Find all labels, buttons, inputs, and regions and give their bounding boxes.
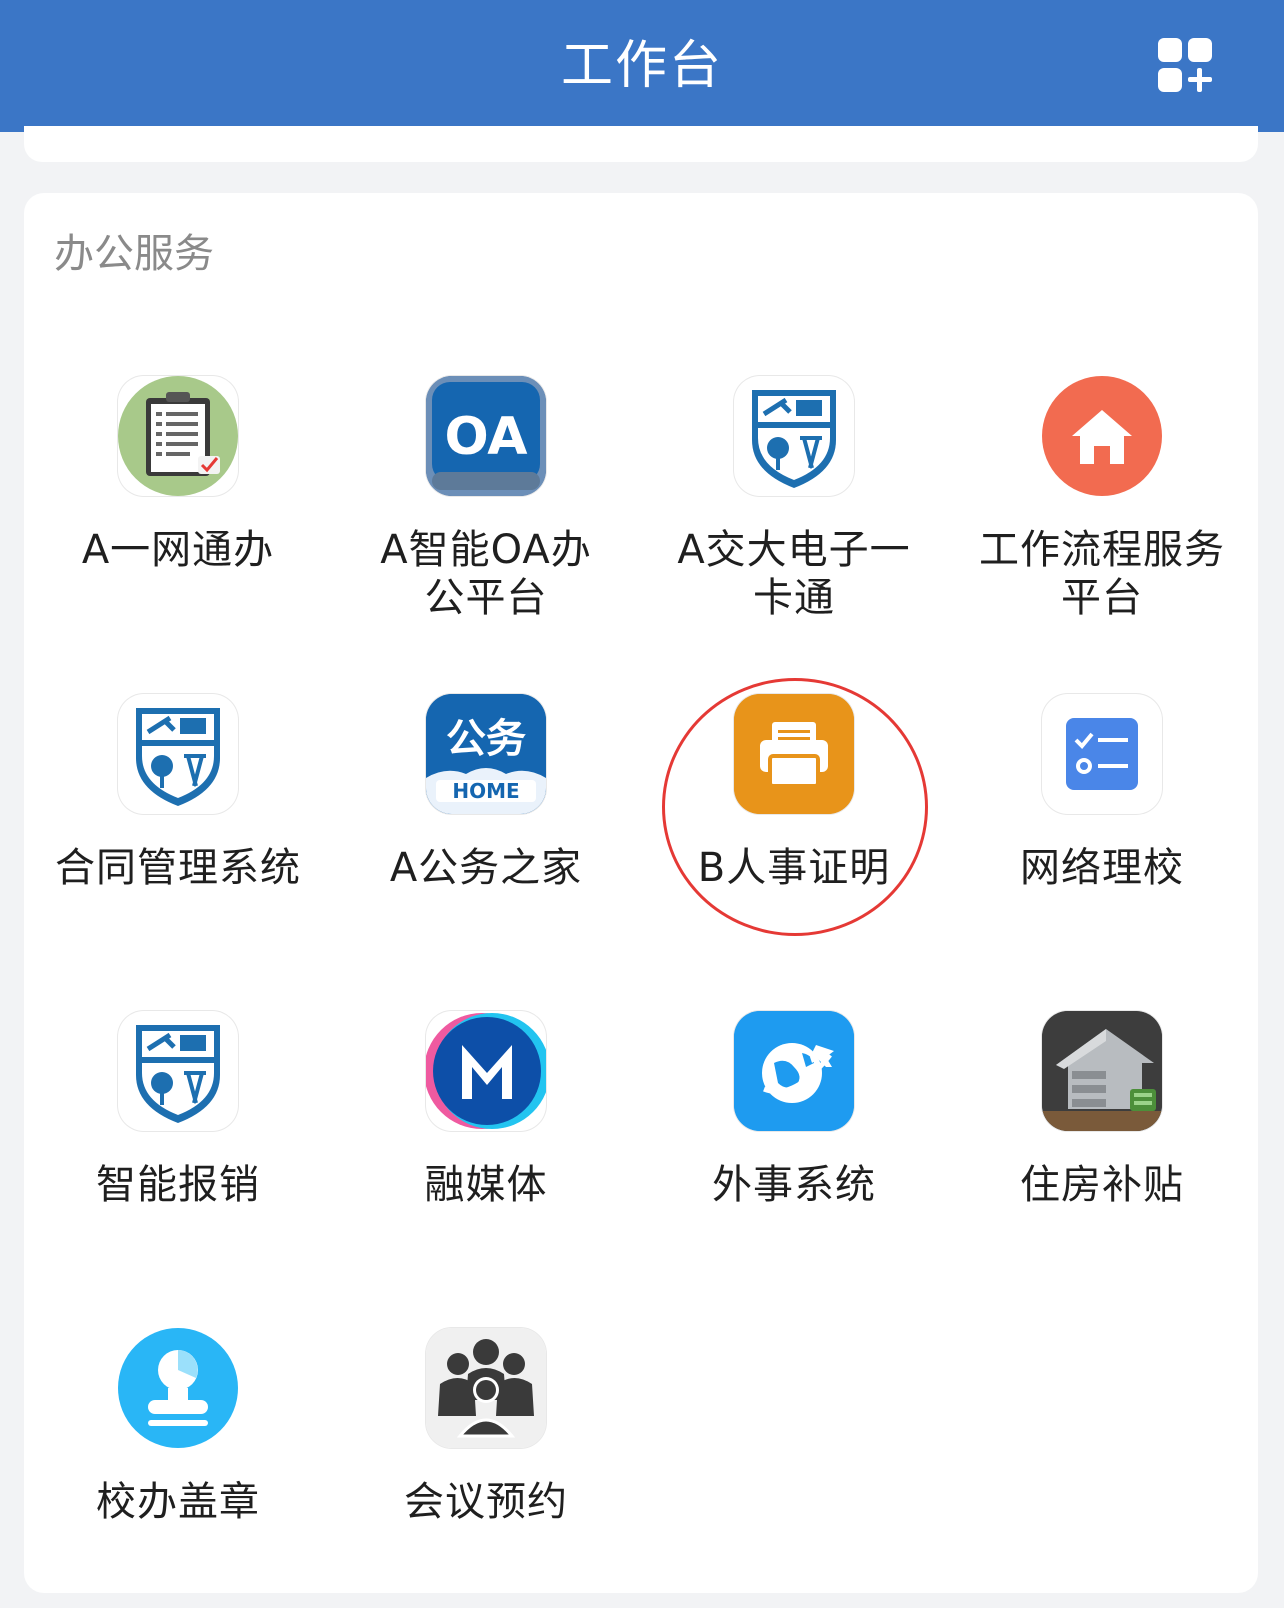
house-money-icon [1042,1011,1162,1131]
app-label: B人事证明 [697,845,891,891]
app-tile-meeting-booking[interactable]: 会议预约 [336,1328,636,1608]
app-label: 校办盖章 [96,1479,260,1525]
gongwu-text: 公务 [446,716,526,762]
previous-card [24,126,1258,162]
app-label: A公务之家 [389,845,583,891]
top-bar: 工作台 [0,0,1284,132]
clipboard-checklist-icon [118,376,238,496]
printer-icon [734,694,854,814]
section-title: 办公服务 [54,231,214,277]
app-label: 智能报销 [96,1162,260,1208]
app-tile-foreign-affairs[interactable]: 外事系统 [644,1011,944,1291]
app-label: 合同管理系统 [55,845,301,891]
app-tile-campus-card[interactable]: A交大电子一卡通 [644,376,944,656]
app-label: 住房补贴 [1020,1162,1184,1208]
oa-icon: OA [426,376,546,496]
app-tile-workflow[interactable]: 工作流程服务平台 [952,376,1252,656]
stamp-icon [118,1328,238,1448]
app-label: 工作流程服务平台 [979,527,1225,621]
app-label: A智能OA办公平台 [380,527,592,621]
app-label: 网络理校 [1020,845,1184,891]
app-tile-smart-reimbursement[interactable]: 智能报销 [28,1011,328,1291]
university-shield-icon [118,694,238,814]
app-label: A交大电子一卡通 [677,527,911,621]
app-tile-gongwu-home[interactable]: 公务 HOME A公务之家 [336,694,636,974]
app-tile-contract[interactable]: 合同管理系统 [28,694,328,974]
home-text: HOME [452,779,519,803]
grid-add-icon [1158,38,1212,92]
globe-plane-icon [734,1011,854,1131]
oa-text: OA [444,407,527,467]
app-tile-school-seal[interactable]: 校办盖章 [28,1328,328,1608]
app-tile-network-campus[interactable]: 网络理校 [952,694,1252,974]
university-shield-icon [734,376,854,496]
app-tile-smart-oa[interactable]: OA A智能OA办公平台 [336,376,636,656]
gongwu-home-icon: 公务 HOME [426,694,546,814]
m-logo-icon [426,1011,546,1131]
app-label: A一网通办 [81,527,275,573]
app-tile-housing-subsidy[interactable]: 住房补贴 [952,1011,1252,1291]
add-app-button[interactable] [1156,36,1216,96]
app-label: 融媒体 [424,1162,548,1208]
app-label: 外事系统 [712,1162,876,1208]
page-title: 工作台 [560,36,723,96]
app-tile-yiwangtongban[interactable]: A一网通办 [28,376,328,656]
home-icon [1042,376,1162,496]
app-tile-media[interactable]: 融媒体 [336,1011,636,1291]
checklist-icon [1042,694,1162,814]
people-group-icon [426,1328,546,1448]
university-shield-icon [118,1011,238,1131]
app-label: 会议预约 [404,1479,568,1525]
app-tile-hr-certificate[interactable]: B人事证明 [644,694,944,974]
